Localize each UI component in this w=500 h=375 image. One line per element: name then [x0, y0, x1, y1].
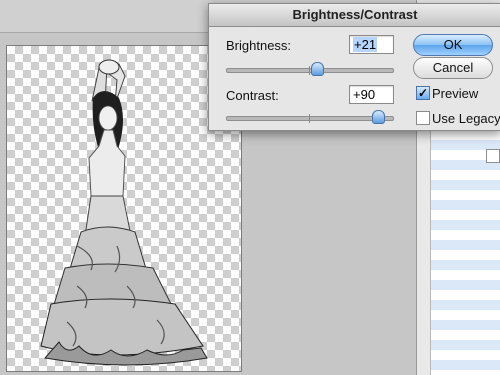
- brightness-value: +21: [353, 37, 378, 52]
- dancer-image: [40, 59, 208, 366]
- contrast-slider-thumb[interactable]: [372, 110, 385, 124]
- ok-button[interactable]: OK: [413, 34, 493, 56]
- cancel-button[interactable]: Cancel: [413, 57, 493, 79]
- contrast-slider[interactable]: [226, 110, 394, 124]
- preview-checkbox[interactable]: ✓: [416, 86, 430, 100]
- contrast-label: Contrast:: [226, 88, 279, 103]
- brightness-label: Brightness:: [226, 38, 292, 53]
- contrast-field[interactable]: +90: [349, 85, 394, 104]
- contrast-value: +90: [353, 87, 376, 102]
- brightness-center-tick: [309, 66, 310, 75]
- use-legacy-label: Use Legacy: [432, 111, 500, 126]
- document-canvas[interactable]: [6, 45, 242, 372]
- brightness-contrast-dialog: Brightness/Contrast Brightness: +21 Cont…: [208, 3, 500, 131]
- dialog-title: Brightness/Contrast: [209, 4, 500, 27]
- layers-panel-list[interactable]: [430, 130, 500, 375]
- panel-checkbox[interactable]: [486, 149, 500, 163]
- brightness-slider-thumb[interactable]: [311, 62, 324, 76]
- use-legacy-checkbox[interactable]: [416, 111, 430, 125]
- checkmark-icon: ✓: [417, 86, 429, 100]
- preview-label: Preview: [432, 86, 479, 101]
- brightness-slider[interactable]: [226, 62, 394, 76]
- contrast-center-tick: [309, 114, 310, 123]
- brightness-field[interactable]: +21: [349, 35, 394, 54]
